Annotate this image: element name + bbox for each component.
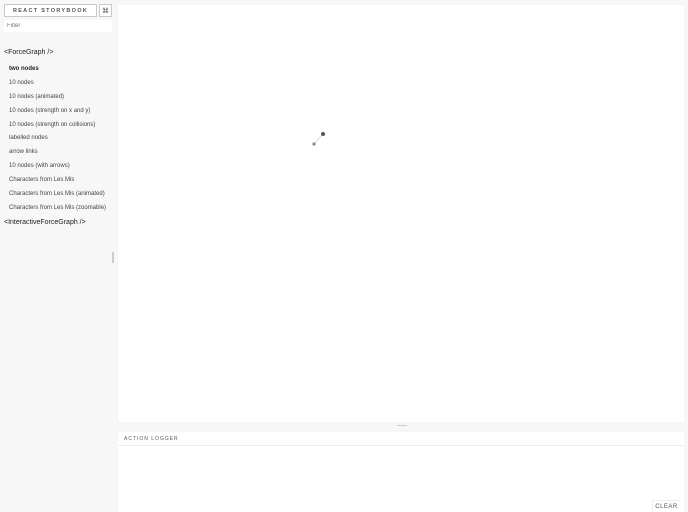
story-arrow-links[interactable]: arrow links (9, 149, 38, 155)
story-10-nodes-strength-collisions[interactable]: 10 nodes (strength on collisions) (9, 122, 95, 128)
story-two-nodes[interactable]: two nodes (9, 66, 39, 72)
story-10-nodes-with-arrows[interactable]: 10 nodes (with arrows) (9, 163, 70, 169)
action-logger-tab[interactable]: ACTION LOGGER (124, 436, 179, 442)
graph-node[interactable] (312, 142, 316, 146)
storybook-brand-button[interactable]: REACT STORYBOOK (4, 4, 97, 17)
action-logger-panel: ACTION LOGGER CLEAR (118, 432, 684, 512)
panel-resize-handle[interactable] (397, 425, 407, 427)
story-10-nodes[interactable]: 10 nodes (9, 80, 34, 86)
logger-header: ACTION LOGGER (118, 432, 684, 446)
filter-input[interactable] (4, 20, 112, 32)
story-les-mis[interactable]: Characters from Les Mis (9, 177, 74, 183)
story-les-mis-zoomable[interactable]: Characters from Les Mis (zoomable) (9, 205, 106, 211)
story-10-nodes-animated[interactable]: 10 nodes (animated) (9, 94, 64, 100)
graph-node[interactable] (321, 132, 325, 136)
sidebar: REACT STORYBOOK ⌘ <ForceGraph /> two nod… (0, 0, 114, 512)
story-10-nodes-strength-xy[interactable]: 10 nodes (strength on x and y) (9, 108, 90, 114)
clear-button[interactable]: CLEAR (652, 500, 680, 512)
storybook-app: REACT STORYBOOK ⌘ <ForceGraph /> two nod… (0, 0, 688, 512)
preview-frame (118, 5, 684, 422)
kind-forcegraph[interactable]: <ForceGraph /> (4, 49, 53, 56)
force-graph (312, 132, 325, 146)
story-labelled-nodes[interactable]: labelled nodes (9, 135, 48, 141)
story-les-mis-animated[interactable]: Characters from Les Mis (animated) (9, 191, 105, 197)
kind-interactiveforcegraph[interactable]: <InteractiveForceGraph /> (4, 219, 86, 226)
sidebar-resize-handle[interactable] (112, 252, 114, 263)
brand-row: REACT STORYBOOK ⌘ (4, 4, 112, 17)
graph-link (313, 133, 324, 145)
shortcuts-button[interactable]: ⌘ (99, 4, 112, 17)
